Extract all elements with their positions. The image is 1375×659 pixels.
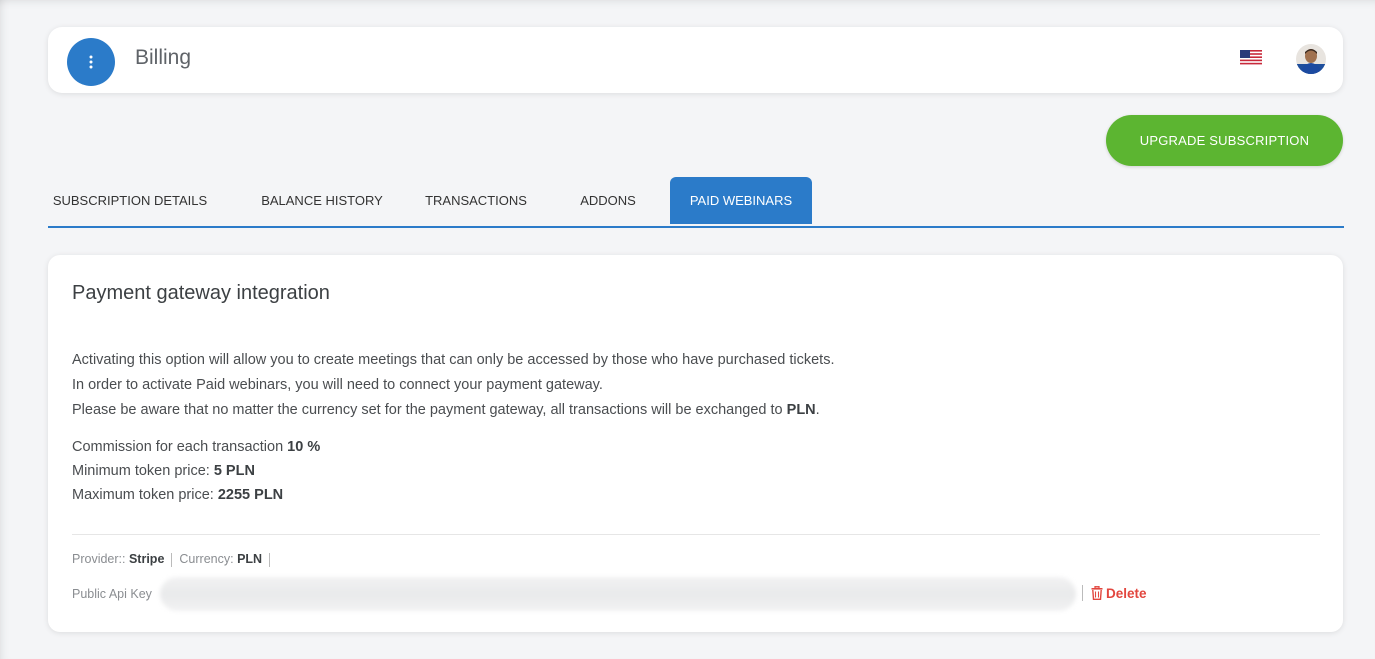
page-title: Billing [135,46,192,69]
meta-separator [171,552,173,567]
payment-gateway-card: Payment gateway integration Activating t… [48,255,1343,632]
commission-line: Commission for each transaction 10 % [72,439,320,455]
menu-button[interactable] [67,38,115,86]
card-divider [72,534,1320,535]
delete-separator [1082,585,1083,601]
max-price-value: 2255 PLN [217,487,284,503]
currency-note-suffix: . [815,402,820,418]
description-line-1: Activating this option will allow you to… [72,352,835,368]
app-frame: Billing UPGRADE SUBSCRIPTION SUBSCRIPTIO… [0,0,1375,659]
currency-note-value: PLN [786,402,816,418]
api-key-label: Public Api Key [72,587,152,601]
top-header: Billing [48,27,1343,93]
tab-transactions[interactable]: TRANSACTIONS [416,177,536,224]
tab-subscription-details[interactable]: SUBSCRIPTION DETAILS [48,177,212,224]
trash-icon [1091,586,1103,600]
description-line-2: In order to activate Paid webinars, you … [72,377,603,393]
tab-balance-history[interactable]: BALANCE HISTORY [250,177,394,224]
user-avatar[interactable] [1296,44,1326,74]
meta-separator [269,552,271,567]
currency-label: Currency: [179,552,238,566]
card-title: Payment gateway integration [72,282,330,304]
delete-gateway-button[interactable]: Delete [1082,585,1147,601]
upgrade-subscription-button[interactable]: UPGRADE SUBSCRIPTION [1106,115,1343,166]
api-key-value-redacted [160,577,1076,611]
vertical-dots-icon [89,55,93,69]
currency-note-text: Please be aware that no matter the curre… [72,402,787,418]
commission-label: Commission for each transaction [72,439,288,455]
avatar-image [1296,44,1326,74]
min-price-line: Minimum token price: 5 PLN [72,463,255,479]
us-flag-icon[interactable] [1240,50,1262,65]
billing-tabs: SUBSCRIPTION DETAILS BALANCE HISTORY TRA… [48,177,1344,228]
currency-value: PLN [237,552,263,566]
max-price-line: Maximum token price: 2255 PLN [72,487,283,503]
min-price-label: Minimum token price: [72,463,214,479]
provider-label: Provider:: [72,552,129,566]
description-line-3: Please be aware that no matter the curre… [72,402,820,418]
min-price-value: 5 PLN [213,463,255,479]
provider-value: Stripe [128,552,165,566]
tab-paid-webinars[interactable]: PAID WEBINARS [670,177,812,224]
max-price-label: Maximum token price: [72,487,218,503]
provider-meta: Provider:: Stripe Currency: PLN [72,552,277,567]
tab-addons[interactable]: ADDONS [568,177,648,224]
commission-value: 10 % [287,439,321,455]
delete-label: Delete [1106,585,1147,601]
